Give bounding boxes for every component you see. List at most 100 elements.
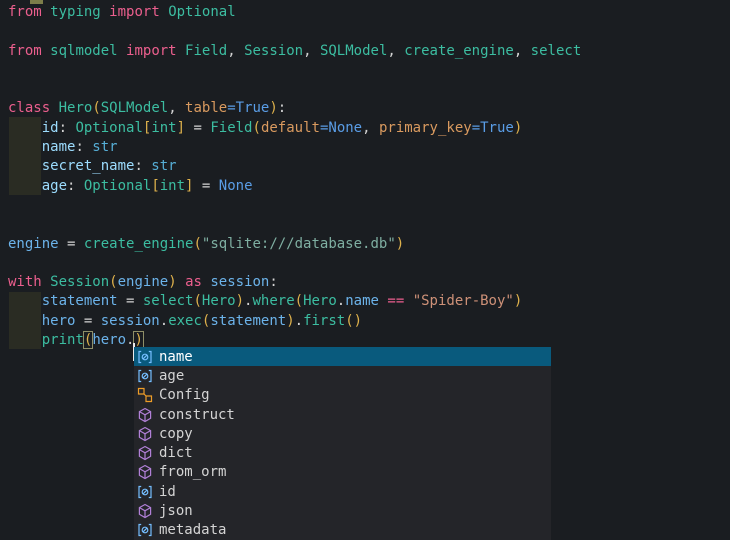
code-token: . xyxy=(295,313,303,329)
code-token: from xyxy=(8,43,42,59)
code-token: session xyxy=(101,313,160,329)
symbol-method-icon xyxy=(137,464,153,480)
code-token: name xyxy=(345,293,379,309)
code-line-10: age: Optional[int] = None xyxy=(8,177,730,196)
code-token: : xyxy=(67,178,84,194)
suggest-item-name[interactable]: name xyxy=(134,347,551,366)
code-line-8: name: str xyxy=(8,138,730,157)
code-token xyxy=(42,43,50,59)
code-token: where xyxy=(252,293,294,309)
code-token: id xyxy=(42,120,59,136)
code-token: : xyxy=(278,100,286,116)
code-token: age xyxy=(42,178,67,194)
code-token: None xyxy=(219,178,253,194)
code-token: default xyxy=(261,120,320,136)
suggest-item-id[interactable]: id xyxy=(134,482,551,501)
code-token: with xyxy=(8,274,42,290)
top-edge-highlight-artifact xyxy=(30,0,43,4)
code-token: ( xyxy=(253,120,261,136)
code-token xyxy=(8,158,42,174)
code-token xyxy=(404,293,412,309)
code-token: name xyxy=(42,139,76,155)
suggest-item-construct[interactable]: construct xyxy=(134,405,551,424)
code-token: = xyxy=(118,293,143,309)
symbol-method-icon xyxy=(137,503,153,519)
symbol-method-icon xyxy=(137,445,153,461)
code-token xyxy=(8,120,42,136)
symbol-method-icon xyxy=(137,407,153,423)
code-token: int xyxy=(151,120,176,136)
code-token: Hero xyxy=(303,293,337,309)
code-token: print xyxy=(42,332,84,348)
code-token: Session xyxy=(244,43,303,59)
code-token: ( xyxy=(193,236,201,252)
suggest-item-metadata[interactable]: metadata xyxy=(134,521,551,540)
code-line-15: with Session(engine) as session: xyxy=(8,273,730,292)
suggest-item-label: dict xyxy=(159,445,193,461)
symbol-method-icon xyxy=(137,426,153,442)
code-token: ( xyxy=(345,313,353,329)
code-token: create_engine xyxy=(84,236,194,252)
suggest-item-json[interactable]: json xyxy=(134,501,551,520)
code-token xyxy=(8,293,42,309)
code-token: import xyxy=(126,43,177,59)
code-line-14 xyxy=(8,254,730,273)
code-token: as xyxy=(185,274,202,290)
code-token xyxy=(8,139,42,155)
code-token xyxy=(160,4,168,20)
code-token: typing xyxy=(50,4,101,20)
code-token: table xyxy=(185,100,227,116)
code-token xyxy=(8,332,42,348)
code-token: hero xyxy=(92,332,126,348)
symbol-field-icon xyxy=(137,484,153,500)
suggest-item-label: from_orm xyxy=(159,464,226,480)
code-token xyxy=(42,274,50,290)
code-token: ) xyxy=(396,236,404,252)
code-line-1: from typing import Optional xyxy=(8,3,730,22)
code-token xyxy=(177,274,185,290)
code-token: Field xyxy=(210,120,252,136)
code-token: session xyxy=(210,274,269,290)
code-token: Optional xyxy=(168,4,235,20)
code-token: hero xyxy=(42,313,76,329)
code-token: : xyxy=(269,274,277,290)
suggest-item-age[interactable]: age xyxy=(134,366,551,385)
symbol-field-icon xyxy=(137,368,153,384)
code-token: ) xyxy=(134,332,142,348)
code-token: , xyxy=(514,43,531,59)
code-token: Hero xyxy=(59,100,93,116)
code-token: from xyxy=(8,4,42,20)
suggest-item-label: name xyxy=(159,349,193,365)
code-token: Optional xyxy=(75,120,142,136)
code-token: select xyxy=(531,43,582,59)
code-line-5 xyxy=(8,80,730,99)
code-token: True xyxy=(236,100,270,116)
code-token: engine xyxy=(8,236,59,252)
code-token: statement xyxy=(210,313,286,329)
code-token: : xyxy=(134,158,151,174)
suggest-item-dict[interactable]: dict xyxy=(134,443,551,462)
code-token: "Spider-Boy" xyxy=(413,293,514,309)
suggest-item-label: age xyxy=(159,368,184,384)
code-line-9: secret_name: str xyxy=(8,157,730,176)
code-token: statement xyxy=(42,293,118,309)
code-token: Optional xyxy=(84,178,151,194)
code-token xyxy=(118,43,126,59)
suggest-item-copy[interactable]: copy xyxy=(134,424,551,443)
code-token: ) xyxy=(286,313,294,329)
suggest-item-from_orm[interactable]: from_orm xyxy=(134,463,551,482)
code-token: : xyxy=(75,139,92,155)
code-token: int xyxy=(160,178,185,194)
code-token: ) xyxy=(168,274,176,290)
code-token: engine xyxy=(118,274,169,290)
code-token xyxy=(8,313,42,329)
code-line-3: from sqlmodel import Field, Session, SQL… xyxy=(8,42,730,61)
suggest-item-label: Config xyxy=(159,387,210,403)
suggest-item-label: id xyxy=(159,484,176,500)
code-editor-screenshot: { "editor": { "background_color": "#1a1d… xyxy=(0,0,730,540)
code-token: , xyxy=(168,100,185,116)
code-token: , xyxy=(362,120,379,136)
code-token: str xyxy=(92,139,117,155)
suggest-item-Config[interactable]: Config xyxy=(134,386,551,405)
code-token: None xyxy=(328,120,362,136)
